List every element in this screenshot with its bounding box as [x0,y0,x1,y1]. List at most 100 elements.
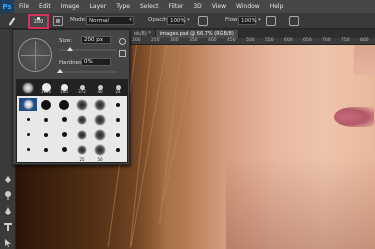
brush-preset[interactable] [55,113,73,126]
menu-edit[interactable]: Edit [39,3,51,10]
ruler-number: 700 [322,38,331,43]
flow-label: Flow: [225,17,240,23]
ruler-number: 400 [208,38,217,43]
horizontal-ruler: 200 250 300 350 400 450 500 550 600 650 … [130,38,375,45]
brush-size-value: 200 [33,19,44,25]
brush-preset-size: 25 [79,157,85,162]
ruler-number: 350 [189,38,198,43]
menu-window[interactable]: Window [236,3,260,10]
photo-cheek [354,45,375,75]
menu-file[interactable]: File [19,3,29,10]
dodge-icon[interactable] [3,185,13,200]
brush-preset[interactable] [73,128,91,141]
ruler-number: 450 [227,38,236,43]
hardness-slider-thumb[interactable] [57,69,63,73]
brush-preset[interactable]: 24 [109,81,127,94]
brush-preset[interactable] [73,143,91,156]
brush-preset[interactable]: 372 [73,81,91,94]
brush-preset-size: 24 [115,89,121,94]
brush-preset-picker[interactable]: 200 [28,14,49,29]
brush-preset[interactable] [109,143,127,156]
size-field[interactable]: 200 px [81,36,111,44]
brush-preset[interactable] [37,113,55,126]
brush-preset[interactable] [55,128,73,141]
menu-type[interactable]: Type [116,3,130,10]
hardness-slider[interactable] [57,69,117,73]
brush-panel-toggle-button[interactable] [53,16,63,26]
brush-icon [8,16,16,26]
ruler-number: 800 [360,38,369,43]
brush-preset[interactable] [37,143,55,156]
opacity-field[interactable]: 100% [167,16,186,25]
brush-preset[interactable] [55,143,73,156]
ruler-number: 250 [151,38,160,43]
size-slider-thumb[interactable] [67,47,74,51]
airbrush-icon[interactable] [266,16,276,26]
path-selection-icon[interactable] [3,233,13,247]
mode-label: Mode: [70,17,87,23]
brush-preset[interactable] [19,81,37,94]
pressure-size-icon[interactable] [289,16,299,26]
document-tab-active[interactable]: images.psd @ 66.7% (RGB/8) [155,30,239,38]
brush-preset[interactable] [19,128,37,141]
recent-brushes-row: 1065 100 372 40 24 [17,80,127,96]
menu-help[interactable]: Help [270,3,284,10]
ruler-number: 500 [246,38,255,43]
brush-angle-preview[interactable] [18,38,52,72]
gear-icon[interactable] [119,38,126,45]
type-icon[interactable] [3,217,13,231]
brush-preset-size: 50 [97,157,103,162]
size-label: Size: [59,38,73,44]
brush-preset[interactable] [19,113,37,126]
ruler-number: 300 [170,38,179,43]
flow-field[interactable]: 100% [238,16,257,25]
menu-select[interactable]: Select [140,3,159,10]
menu-3d[interactable]: 3D [193,3,201,10]
menu-bar: Ps File Edit Image Layer Type Select Fil… [0,0,375,13]
menu-layer[interactable]: Layer [89,3,106,10]
brush-preset[interactable] [19,143,37,156]
brush-preset-panel: Size: 200 px Hardness: 0% 1065 100 372 4… [12,29,130,165]
brush-preset[interactable] [109,113,127,126]
brush-preset[interactable] [73,98,91,111]
brush-preset[interactable] [37,98,55,111]
photo-lips [334,107,374,127]
brush-preset-selected[interactable] [19,98,37,111]
brush-preset[interactable]: 40 [91,81,109,94]
menu-filter[interactable]: Filter [169,3,184,10]
pen-icon[interactable] [3,201,13,215]
brush-preset[interactable]: 1065 [37,81,55,94]
options-bar: 200 Mode: Normal ▾ Opacity: 100% ▾ Flow:… [0,13,375,29]
brush-preset[interactable] [109,128,127,141]
brush-preset[interactable] [91,143,109,156]
brush-preset-grid: 1065 100 372 40 24 25 50 [16,79,128,163]
brush-preset-size: 40 [97,89,103,94]
chevron-down-icon[interactable]: ▾ [185,16,192,25]
new-preset-icon[interactable] [119,50,126,57]
chevron-down-icon: ▾ [129,17,132,23]
brush-preset[interactable]: 100 [55,81,73,94]
brush-preset[interactable] [91,98,109,111]
ruler-number: 600 [284,38,293,43]
document-tab-bar: ok/8) * images.psd @ 66.7% (RGB/8) [130,29,375,38]
photo-hair-strand [162,45,197,202]
menu-image[interactable]: Image [61,3,80,10]
brush-preset[interactable] [37,128,55,141]
brush-preset[interactable] [91,113,109,126]
brush-preset[interactable] [73,113,91,126]
brush-preset[interactable] [55,98,73,111]
hardness-field[interactable]: 0% [81,58,111,66]
ruler-number: 650 [303,38,312,43]
tool-preset-picker[interactable] [3,15,21,27]
chevron-down-icon[interactable]: ▾ [256,16,263,25]
menu-view[interactable]: View [212,3,226,10]
document-tab[interactable]: ok/8) * [130,30,156,38]
brush-preset[interactable] [91,128,109,141]
paint-bucket-icon[interactable] [3,169,13,183]
brush-preset-size: 100 [60,89,68,94]
ruler-number: 750 [341,38,350,43]
pressure-opacity-icon[interactable] [198,16,208,26]
photo-neck [226,155,375,249]
brush-preset[interactable] [109,98,127,111]
size-slider[interactable] [59,47,117,51]
